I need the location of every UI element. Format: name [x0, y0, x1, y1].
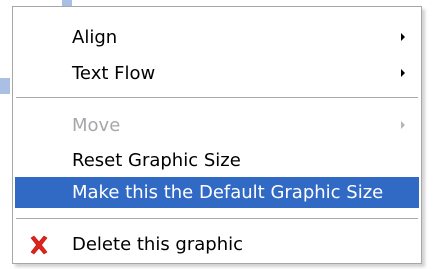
menu-item-align[interactable]: Align: [15, 22, 419, 53]
background-document-fragment: [0, 78, 10, 94]
menu-item-label: Delete this graphic: [72, 234, 244, 255]
menu-item-move: Move: [15, 110, 419, 141]
context-menu: Align Text Flow Move Reset Graphic Size …: [12, 6, 422, 264]
menu-item-label: Make this the Default Graphic Size: [72, 182, 384, 203]
menu-item-label: Reset Graphic Size: [72, 150, 241, 171]
menu-item-delete-graphic[interactable]: Delete this graphic: [15, 229, 419, 260]
page: Align Text Flow Move Reset Graphic Size …: [0, 0, 435, 269]
menu-item-make-default-graphic-size[interactable]: Make this the Default Graphic Size: [15, 177, 419, 208]
red-x-delete-icon: [30, 235, 48, 255]
submenu-arrow-icon: [401, 121, 405, 129]
menu-item-label: Text Flow: [72, 63, 156, 84]
menu-separator: [16, 218, 418, 220]
menu-item-reset-graphic-size[interactable]: Reset Graphic Size: [15, 145, 419, 176]
submenu-arrow-icon: [401, 33, 405, 41]
menu-item-text-flow[interactable]: Text Flow: [15, 58, 419, 89]
menu-item-label: Align: [72, 27, 118, 48]
menu-item-label: Move: [72, 115, 121, 136]
menu-separator: [16, 97, 418, 99]
submenu-arrow-icon: [401, 69, 405, 77]
